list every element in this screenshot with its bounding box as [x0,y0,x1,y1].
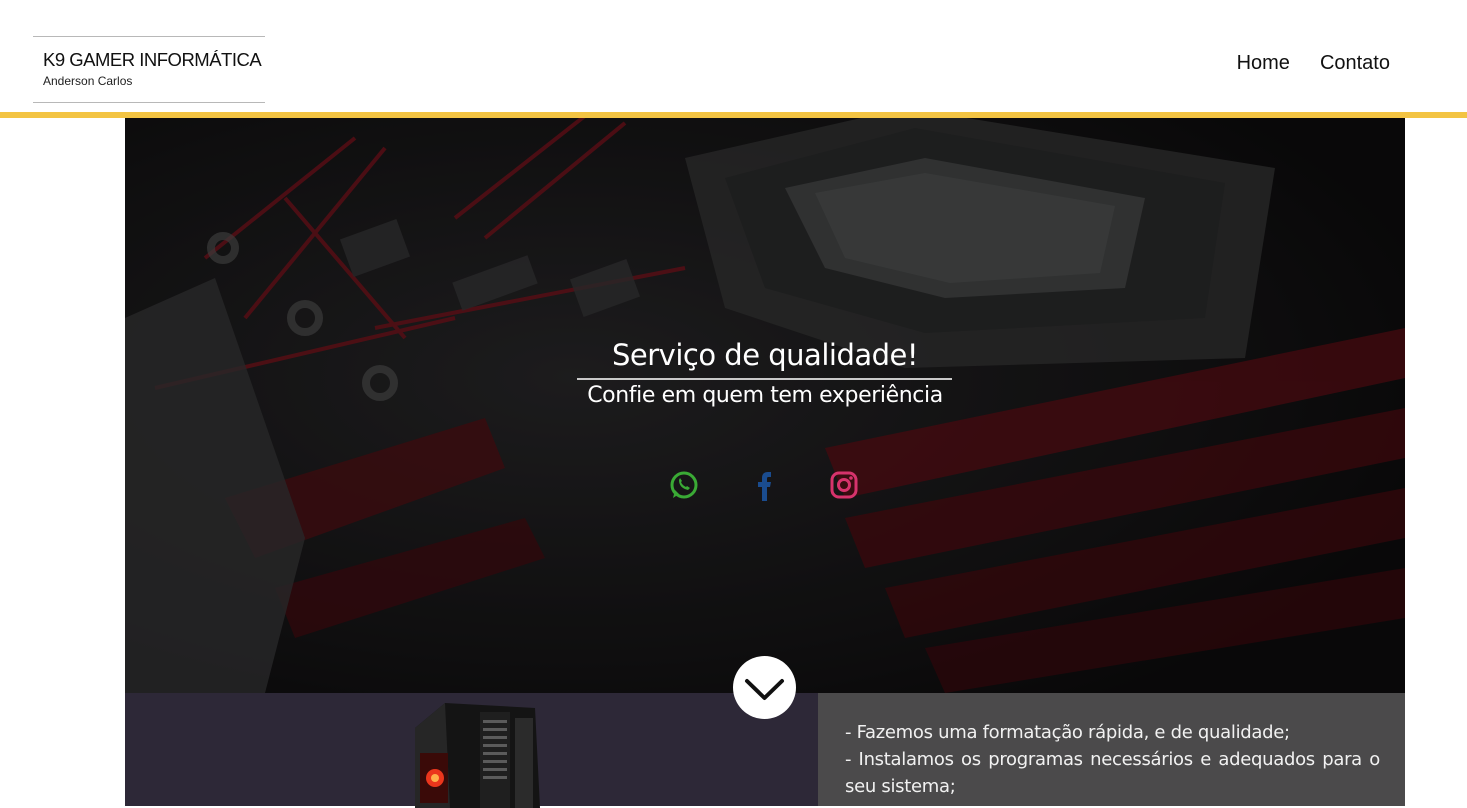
services-image-panel [125,693,818,808]
gaming-pc-image [415,703,540,808]
hero-title: Serviço de qualidade! [612,338,919,372]
logo-subtitle: Anderson Carlos [43,74,133,88]
services-list: - Fazemos uma formatação rápida, e de qu… [845,719,1380,800]
nav-contact-link[interactable]: Contato [1320,52,1390,75]
scroll-down-button[interactable] [733,656,796,719]
social-links [667,468,867,502]
hero-divider [577,378,952,380]
chevron-down-icon [745,679,784,700]
main-nav: Home Contato [1237,52,1390,75]
hero-banner: Serviço de qualidade! Confie em quem tem… [125,118,1405,693]
hero-subtitle: Confie em quem tem experiência [587,383,943,408]
whatsapp-icon[interactable] [667,468,701,502]
logo[interactable]: K9 GAMER INFORMÁTICA Anderson Carlos [33,36,265,103]
service-item: - Instalamos os programas necessários e … [845,749,1380,797]
instagram-icon[interactable] [827,468,861,502]
service-item: - Fazemos uma formatação rápida, e de qu… [845,722,1290,743]
logo-title: K9 GAMER INFORMÁTICA [43,49,262,70]
nav-home-link[interactable]: Home [1237,52,1290,75]
facebook-icon[interactable] [747,468,781,502]
services-text-panel: - Fazemos uma formatação rápida, e de qu… [818,693,1405,806]
site-header: K9 GAMER INFORMÁTICA Anderson Carlos Hom… [0,0,1467,112]
